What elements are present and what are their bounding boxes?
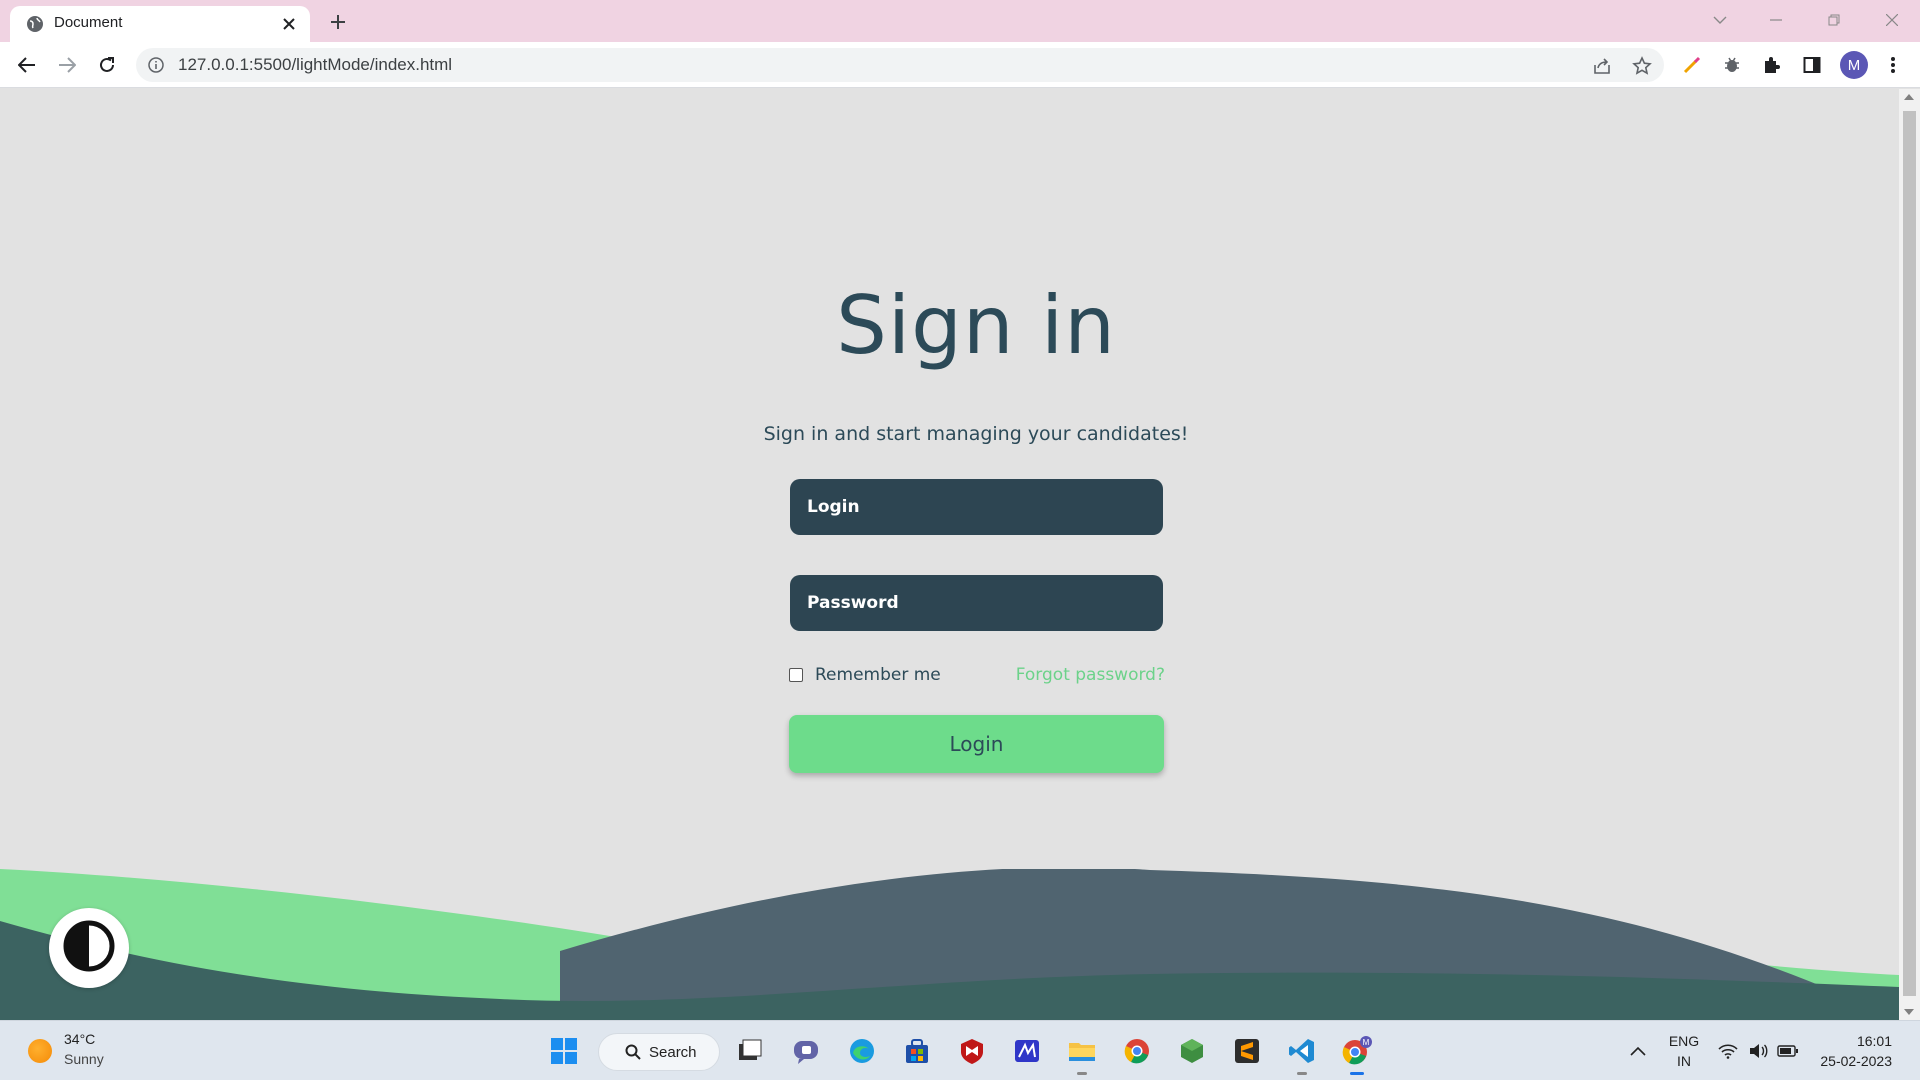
forgot-password-link[interactable]: Forgot password? [1016, 665, 1165, 685]
side-panel-icon[interactable] [1798, 51, 1826, 79]
start-windows-icon[interactable] [548, 1035, 580, 1067]
page-subtitle: Sign in and start managing your candidat… [763, 423, 1189, 445]
tab-title: Document [54, 14, 123, 31]
browser-toolbar: 127.0.0.1:5500/lightMode/index.html M [0, 42, 1920, 88]
windows-taskbar: 34°C Sunny Search M ENG IN 16:01 25-02-2… [0, 1020, 1920, 1080]
chrome-profile-icon[interactable]: M [1341, 1035, 1373, 1067]
reload-icon[interactable] [93, 51, 121, 79]
restore-icon[interactable] [1814, 6, 1854, 34]
new-tab-icon[interactable] [326, 10, 350, 34]
taskbar-search-label: Search [649, 1044, 697, 1061]
login-input[interactable] [790, 479, 1163, 535]
password-input[interactable] [790, 575, 1163, 631]
wifi-icon[interactable] [1712, 1035, 1744, 1067]
page-viewport: Sign in Sign in and start managing your … [0, 89, 1899, 1020]
forward-arrow-icon[interactable] [53, 51, 81, 79]
browser-tab[interactable]: Document [10, 6, 310, 42]
taskbar-search[interactable]: Search [598, 1033, 720, 1071]
menu-kebab-icon[interactable] [1879, 51, 1907, 79]
chrome-icon[interactable] [1121, 1035, 1153, 1067]
page-title: Sign in [836, 279, 1116, 372]
color-picker-extension-icon[interactable] [1678, 51, 1706, 79]
site-info-icon[interactable] [148, 57, 164, 73]
vscode-running-indicator [1297, 1072, 1307, 1075]
media-app-icon[interactable] [1011, 1035, 1043, 1067]
minimize-icon[interactable] [1756, 6, 1796, 34]
remember-checkbox[interactable] [789, 668, 803, 682]
address-bar[interactable]: 127.0.0.1:5500/lightMode/index.html [136, 48, 1664, 82]
search-icon [625, 1044, 641, 1064]
remember-row: Remember me Forgot password? [789, 663, 1165, 689]
close-window-icon[interactable] [1872, 6, 1912, 34]
share-icon[interactable] [1590, 54, 1614, 78]
weather-temperature[interactable]: 34°C [64, 1031, 95, 1047]
theme-toggle-button[interactable] [49, 908, 129, 988]
profile-avatar[interactable]: M [1840, 51, 1868, 79]
mcafee-icon[interactable] [956, 1035, 988, 1067]
globe-icon [26, 15, 44, 33]
microsoft-store-icon[interactable] [901, 1035, 933, 1067]
contrast-icon [63, 920, 115, 976]
vscode-icon[interactable] [1286, 1035, 1318, 1067]
sublime-text-icon[interactable] [1231, 1035, 1263, 1067]
url-text: 127.0.0.1:5500/lightMode/index.html [178, 55, 453, 74]
extensions-puzzle-icon[interactable] [1758, 51, 1786, 79]
nodejs-icon[interactable] [1176, 1035, 1208, 1067]
battery-icon[interactable] [1772, 1035, 1804, 1067]
wave-decoration [0, 869, 1899, 1020]
browser-titlebar: Document [0, 0, 1920, 42]
chrome-active-indicator [1350, 1072, 1364, 1075]
bug-extension-icon[interactable] [1718, 51, 1746, 79]
task-view-icon[interactable] [734, 1035, 766, 1067]
show-hidden-icons-chevron-icon[interactable] [1622, 1035, 1654, 1067]
weather-sun-icon[interactable] [28, 1039, 52, 1063]
explorer-running-indicator [1077, 1072, 1087, 1075]
volume-icon[interactable] [1742, 1035, 1774, 1067]
page-scrollbar[interactable] [1899, 89, 1920, 1020]
back-arrow-icon[interactable] [13, 51, 41, 79]
scrollbar-thumb[interactable] [1903, 111, 1916, 996]
language-indicator-line2[interactable]: IN [1664, 1053, 1704, 1069]
remember-label[interactable]: Remember me [815, 665, 941, 685]
scroll-down-arrow-icon[interactable] [1904, 1009, 1914, 1015]
clock-date[interactable]: 25-02-2023 [1806, 1053, 1892, 1069]
scroll-up-arrow-icon[interactable] [1904, 94, 1914, 100]
file-explorer-icon[interactable] [1066, 1035, 1098, 1067]
svg-text:M: M [1363, 1038, 1370, 1047]
tab-close-icon[interactable] [278, 13, 300, 35]
tab-search-chevron-icon[interactable] [1700, 6, 1740, 34]
weather-description[interactable]: Sunny [64, 1051, 104, 1067]
bookmark-star-icon[interactable] [1630, 54, 1654, 78]
edge-browser-icon[interactable] [846, 1035, 878, 1067]
login-button[interactable]: Login [789, 715, 1164, 773]
teams-chat-icon[interactable] [790, 1035, 822, 1067]
language-indicator-line1[interactable]: ENG [1664, 1033, 1704, 1049]
clock-time[interactable]: 16:01 [1806, 1033, 1892, 1049]
